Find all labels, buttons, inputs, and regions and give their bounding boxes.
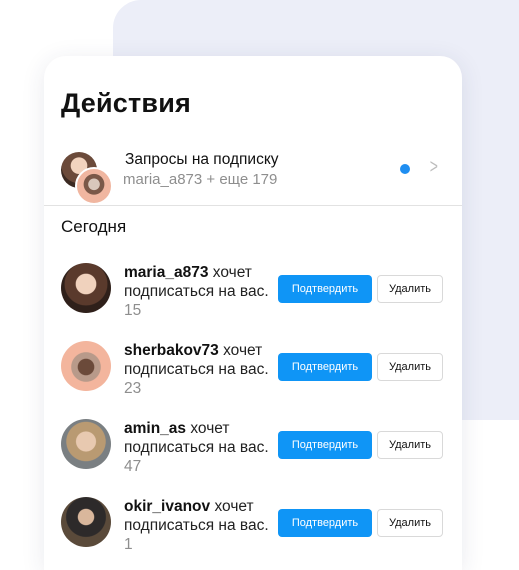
list-item: maria_a873 хочет подписаться на вас. 15 … — [44, 263, 462, 333]
username-link[interactable]: amin_as — [124, 420, 186, 437]
timestamp: 47 — [124, 458, 142, 475]
delete-button[interactable]: Удалить — [377, 353, 443, 381]
chevron-right-icon: > — [429, 156, 438, 178]
delete-button[interactable]: Удалить — [377, 275, 443, 303]
activity-text: maria_a873 хочет подписаться на вас. 15 — [124, 263, 274, 320]
username-link[interactable]: okir_ivanov — [124, 498, 210, 515]
avatar-stack — [61, 152, 113, 205]
confirm-button[interactable]: Подтвердить — [278, 353, 372, 381]
list-item: okir_ivanov хочет подписаться на вас. 1 … — [44, 497, 462, 567]
unread-dot-icon — [400, 164, 410, 174]
avatar[interactable] — [61, 341, 111, 391]
delete-button[interactable]: Удалить — [377, 509, 443, 537]
divider — [44, 205, 462, 206]
username-link[interactable]: sherbakov73 — [124, 342, 219, 359]
delete-button[interactable]: Удалить — [377, 431, 443, 459]
follow-requests-row[interactable]: Запросы на подписку maria_a873 + еще 179… — [44, 148, 462, 205]
section-title: Сегодня — [61, 217, 127, 236]
confirm-button[interactable]: Подтвердить — [278, 509, 372, 537]
page-title: Действия — [61, 88, 191, 118]
activity-card: Действия Запросы на подписку maria_a873 … — [44, 56, 462, 570]
timestamp: 1 — [124, 536, 133, 553]
confirm-button[interactable]: Подтвердить — [278, 275, 372, 303]
list-item: sherbakov73 хочет подписаться на вас. 23… — [44, 341, 462, 411]
confirm-button[interactable]: Подтвердить — [278, 431, 372, 459]
timestamp: 15 — [124, 302, 142, 319]
timestamp: 23 — [124, 380, 142, 397]
username-link[interactable]: maria_a873 — [124, 264, 208, 281]
activity-text: okir_ivanov хочет подписаться на вас. 1 — [124, 497, 274, 554]
requests-title: Запросы на подписку — [125, 151, 279, 168]
activity-text: sherbakov73 хочет подписаться на вас. 23 — [124, 341, 274, 398]
list-item: amin_as хочет подписаться на вас. 47 Под… — [44, 419, 462, 489]
avatar[interactable] — [61, 497, 111, 547]
avatar[interactable] — [61, 419, 111, 469]
avatar[interactable] — [61, 263, 111, 313]
activity-text: amin_as хочет подписаться на вас. 47 — [124, 419, 274, 476]
requests-subtitle: maria_a873 + еще 179 — [123, 171, 278, 188]
avatar — [75, 167, 113, 205]
